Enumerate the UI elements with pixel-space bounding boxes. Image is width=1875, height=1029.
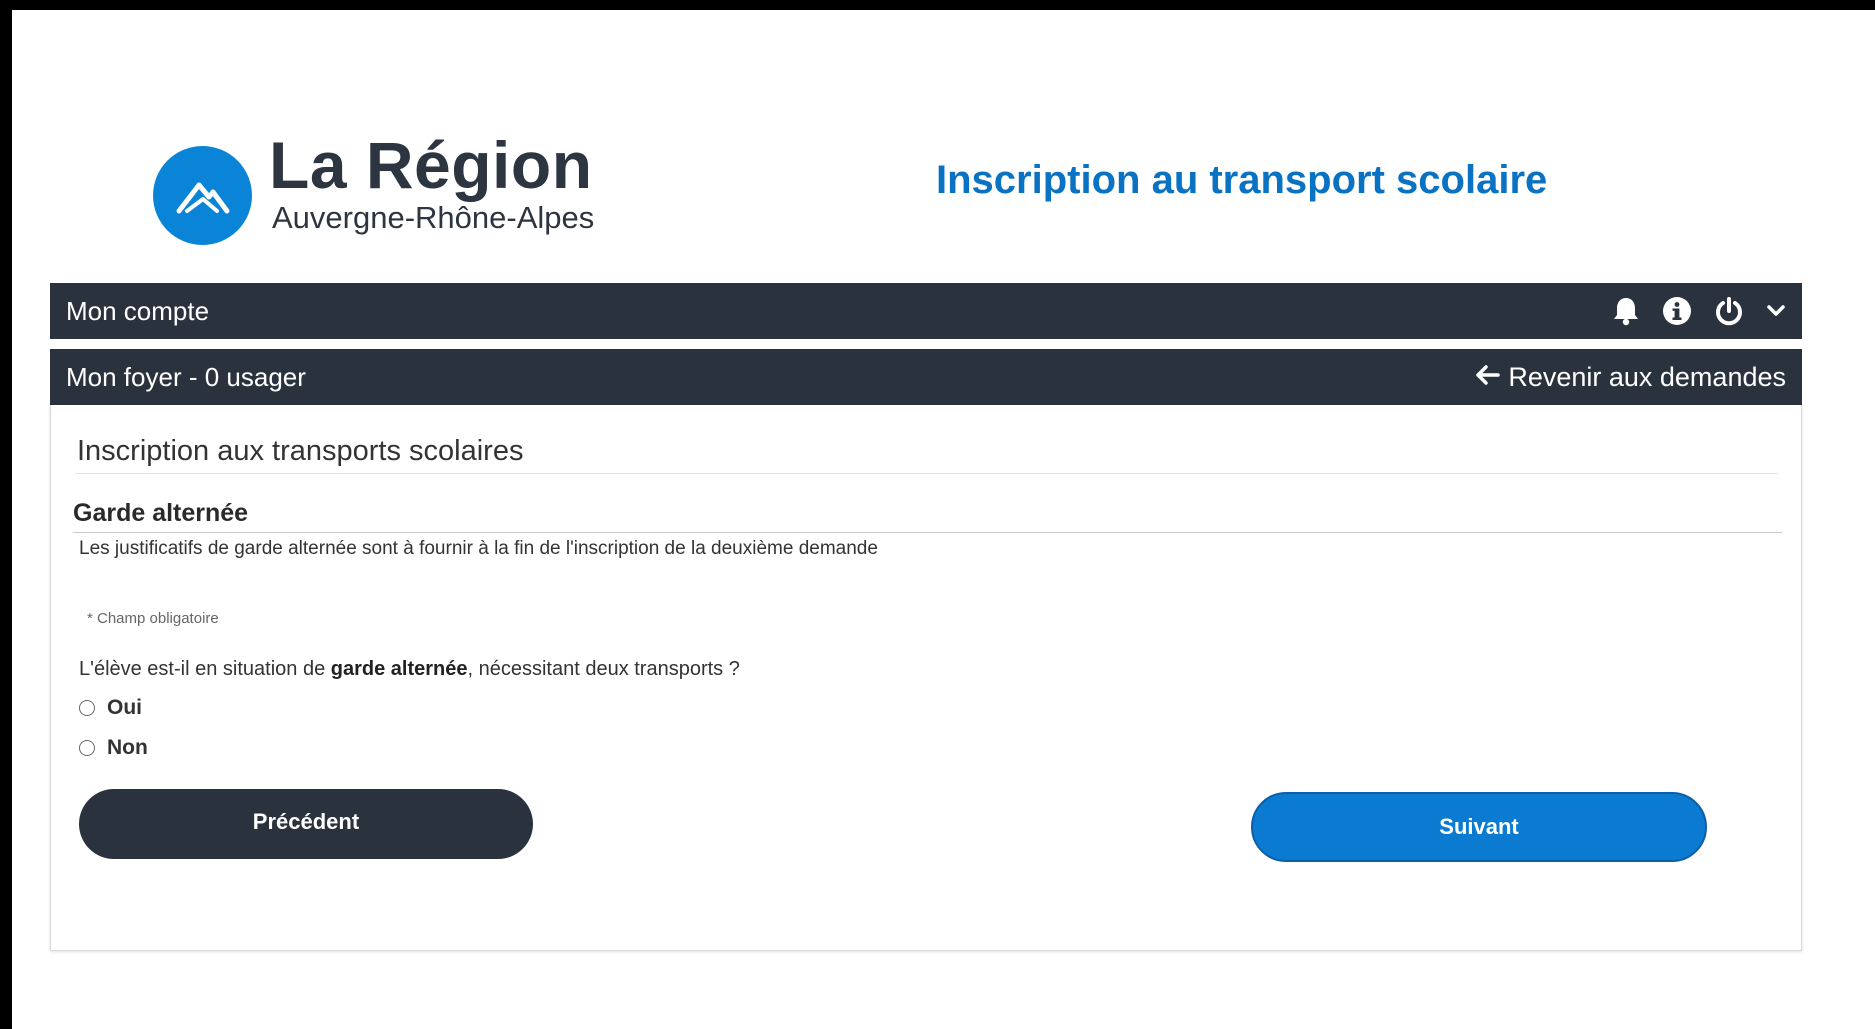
household-bar: Mon foyer - 0 usager Revenir aux demande… [50,349,1802,405]
power-icon[interactable] [1714,296,1744,326]
back-link-label: Revenir aux demandes [1508,361,1786,392]
bell-icon[interactable] [1612,296,1640,326]
page-frame: La Région Auvergne-Rhône-Alpes Inscripti… [12,10,1875,1029]
option-oui[interactable]: Oui [79,696,142,720]
required-field-note: * Champ obligatoire [87,610,219,627]
region-logo[interactable]: La Région Auvergne-Rhône-Alpes [153,130,594,245]
section-note: Les justificatifs de garde alternée sont… [79,538,878,559]
radio-non[interactable] [79,740,95,756]
divider [73,532,1782,533]
mountain-logo-icon [153,146,252,245]
form-panel: Inscription aux transports scolaires Gar… [50,405,1802,951]
household-label: Mon foyer - 0 usager [66,361,306,392]
option-non[interactable]: Non [79,736,148,760]
form-title: Inscription aux transports scolaires [77,435,524,467]
page-title: Inscription au transport scolaire [936,158,1548,202]
logo-name: La Région [269,128,593,202]
account-bar: Mon compte [50,283,1802,339]
radio-oui[interactable] [79,700,95,716]
back-to-requests-link[interactable]: Revenir aux demandes [1474,362,1786,393]
divider [75,473,1778,474]
question-text-start: L'élève est-il en situation de [79,658,331,680]
section-title: Garde alternée [73,499,249,527]
alternating-custody-question: L'élève est-il en situation de garde alt… [79,658,740,681]
next-button[interactable]: Suivant [1251,792,1707,862]
arrow-left-icon [1474,362,1501,393]
option-oui-label[interactable]: Oui [107,696,142,720]
chevron-down-icon[interactable] [1766,304,1786,318]
question-text-end: , nécessitant deux transports ? [467,658,740,680]
logo-subtitle: Auvergne-Rhône-Alpes [272,200,595,235]
option-non-label[interactable]: Non [107,736,148,760]
info-icon[interactable] [1662,296,1692,326]
question-emphasis: garde alternée [330,658,468,680]
previous-button[interactable]: Précédent [79,789,533,859]
account-label[interactable]: Mon compte [66,296,209,327]
